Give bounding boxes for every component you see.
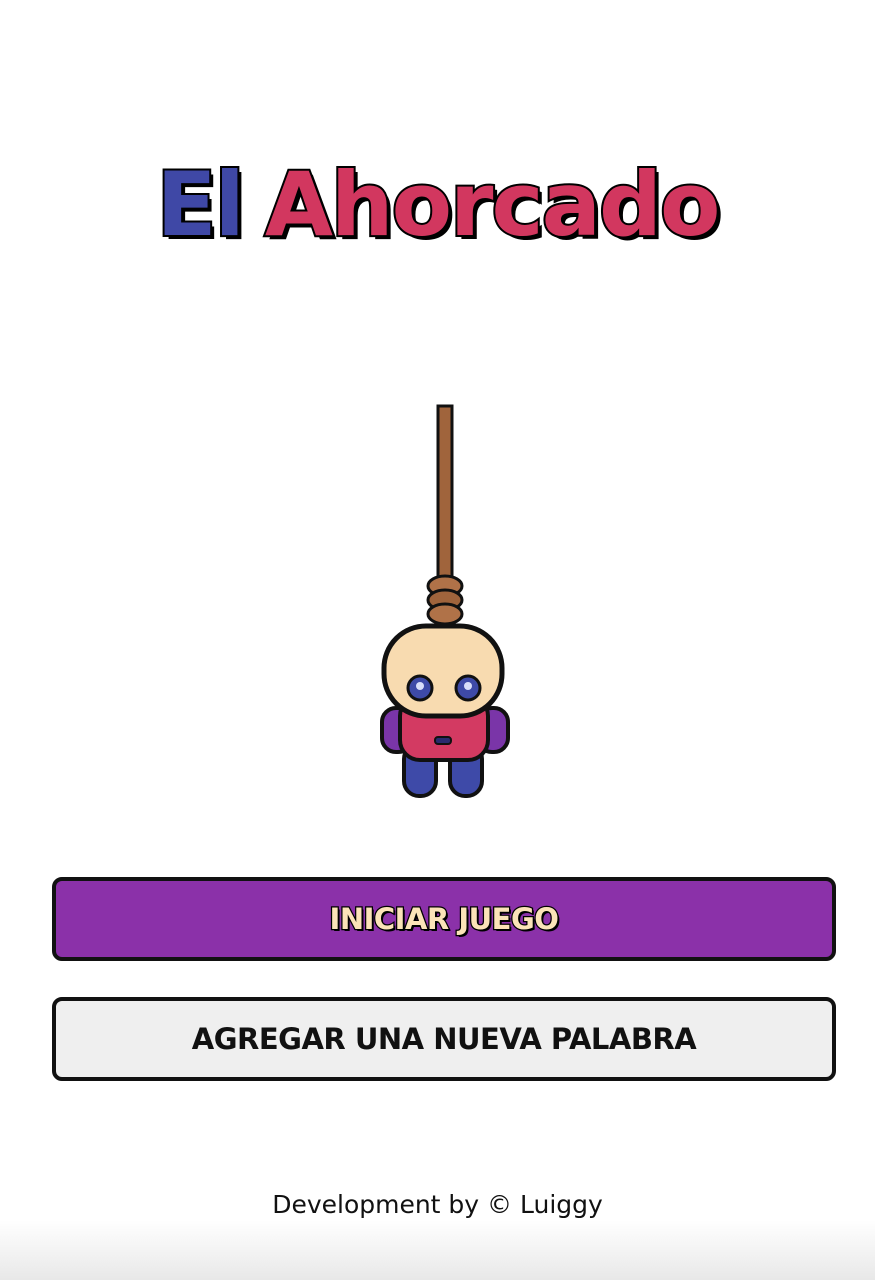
title-word-el: El (155, 151, 247, 258)
noose-knot (426, 574, 464, 626)
head (381, 623, 505, 719)
hangman-start-screen: El Ahorcado INICIAR JUEGO AGREGAR UNA NU… (0, 0, 875, 1280)
bottom-shade (0, 1220, 875, 1280)
rope (436, 404, 454, 588)
add-new-word-button[interactable]: AGREGAR UNA NUEVA PALABRA (52, 997, 836, 1081)
hanging-figure-icon (370, 400, 520, 810)
title-word-ahorcado: Ahorcado (263, 151, 723, 258)
start-game-button[interactable]: INICIAR JUEGO (52, 877, 836, 961)
page-title: El Ahorcado (0, 150, 875, 260)
footer-credit: Development by © Luiggy (272, 1190, 603, 1219)
